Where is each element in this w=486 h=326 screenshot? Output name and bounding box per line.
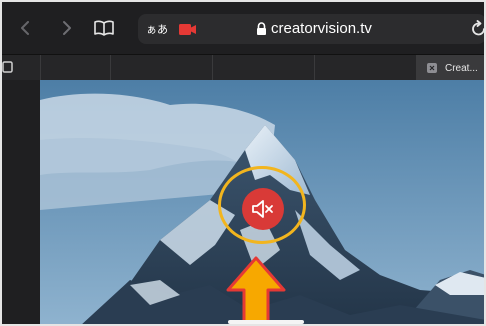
book-icon xyxy=(94,20,114,36)
url-text: creatorvision.tv xyxy=(271,20,372,37)
chevron-left-icon xyxy=(21,21,29,35)
tab[interactable] xyxy=(110,55,213,81)
unmute-button[interactable] xyxy=(242,188,284,230)
tab[interactable] xyxy=(212,55,315,81)
reader-button[interactable] xyxy=(90,14,118,42)
tab-active[interactable]: Creat... xyxy=(416,55,486,81)
tab-strip: Creat... xyxy=(0,54,486,81)
tab[interactable] xyxy=(314,55,417,81)
reload-icon[interactable] xyxy=(471,20,486,38)
address-bar[interactable]: ぁあ creatorvision.tv xyxy=(138,14,486,44)
lock-icon xyxy=(257,22,266,35)
tab-close-icon[interactable] xyxy=(427,63,437,73)
content-sidebar xyxy=(0,80,40,326)
back-button[interactable] xyxy=(6,14,46,42)
home-indicator xyxy=(228,320,304,324)
tab[interactable] xyxy=(40,55,111,81)
tab-title: Creat... xyxy=(445,62,478,74)
speaker-muted-icon xyxy=(252,200,273,218)
forward-button[interactable] xyxy=(52,14,80,42)
video-camera-icon[interactable] xyxy=(179,24,197,35)
tab-overview-icon[interactable] xyxy=(2,60,16,74)
browser-toolbar: ぁあ creatorvision.tv xyxy=(0,0,486,54)
text-size-button[interactable]: ぁあ xyxy=(146,21,168,37)
chevron-right-icon xyxy=(63,21,71,35)
pointer-arrow-icon xyxy=(226,256,286,326)
